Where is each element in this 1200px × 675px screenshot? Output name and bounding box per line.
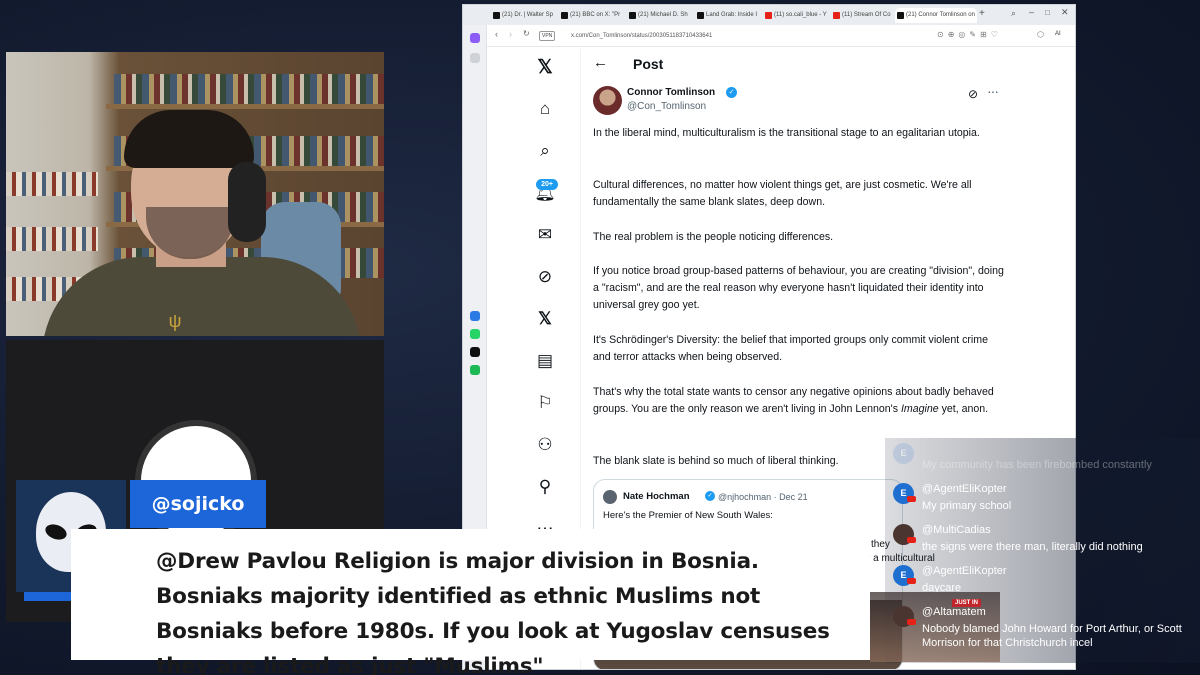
- x-logo-icon[interactable]: 𝕏: [533, 55, 557, 79]
- messages-icon[interactable]: ✉: [533, 223, 557, 247]
- webcam-feed: ψ: [6, 52, 384, 336]
- spotify-icon[interactable]: [470, 365, 480, 375]
- grok-explain-icon[interactable]: ⊘: [968, 87, 978, 101]
- extensions-icon[interactable]: ⬡: [1037, 30, 1044, 39]
- quote-author-avatar: [603, 490, 617, 504]
- post-paragraph: The real problem is the people noticing …: [593, 231, 834, 243]
- youtube-badge-icon: [907, 496, 916, 502]
- premium-icon[interactable]: 𝕏: [533, 307, 557, 331]
- tab-bar: (21) Dr. | Walter Sp (21) BBC on X: "Pr …: [463, 5, 1075, 25]
- browser-tab[interactable]: (21) Dr. | Walter Sp: [491, 8, 555, 23]
- youtube-badge-icon: [907, 578, 916, 584]
- browser-tab[interactable]: (21) Michael D. Sh: [627, 8, 691, 23]
- sidebar-star-icon[interactable]: [470, 53, 480, 63]
- shelf-decor: [106, 104, 384, 109]
- post-italic-text: Imagine: [900, 403, 939, 415]
- ai-button[interactable]: AI: [1055, 31, 1061, 37]
- whatsapp-icon[interactable]: [470, 329, 480, 339]
- address-bar: ‹ › ↻ VPN x.com/Con_Tomlinson/status/200…: [463, 25, 1075, 47]
- youtube-badge-icon: [907, 537, 916, 543]
- post-paragraph: It's Schrödinger's Diversity: the belief…: [593, 334, 988, 363]
- bookmarks-icon[interactable]: ⚐: [533, 391, 557, 415]
- chat-message: My primary school: [922, 500, 1012, 512]
- aria-icon[interactable]: [470, 33, 480, 43]
- chat-message: the signs were there man, literally did …: [922, 541, 1143, 553]
- vpn-badge[interactable]: VPN: [539, 31, 556, 41]
- explore-icon[interactable]: ⌕: [533, 139, 557, 163]
- bookshelf-decor: [6, 172, 98, 196]
- chat-username: @AgentEliKopter: [922, 565, 1007, 577]
- reload-icon[interactable]: ↻: [523, 29, 530, 38]
- address-actions-icon[interactable]: ⊙⊕◎✎⊞♡: [937, 30, 1002, 39]
- alien-eye-icon: [43, 521, 69, 543]
- quote-verified-badge-icon: ✓: [705, 491, 715, 501]
- quote-author-name: Nate Hochman: [623, 491, 690, 502]
- post-paragraph: Cultural differences, no matter how viol…: [593, 179, 972, 208]
- browser-tab-active[interactable]: (21) Connor Tomlinson on: [895, 8, 977, 23]
- commenter-handle: @sojicko: [130, 480, 266, 528]
- browser-tab[interactable]: Land Grab: Inside I: [695, 8, 759, 23]
- verified-badge-icon: ✓: [726, 87, 737, 98]
- forward-icon[interactable]: ›: [509, 29, 512, 39]
- post-paragraph: If you notice broad group-based patterns…: [593, 265, 1004, 311]
- trident-emblem-icon: ψ: [168, 311, 182, 331]
- youtube-badge-icon: [907, 619, 916, 625]
- highlighted-comment: @Drew Pavlou Religion is major division …: [71, 529, 870, 675]
- author-handle[interactable]: @Con_Tomlinson: [627, 101, 706, 112]
- post-paragraph: In the liberal mind, multiculturalism is…: [593, 127, 980, 139]
- chat-username: @AgentEliKopter: [922, 483, 1007, 495]
- quote-author-handle: @njhochman · Dec 21: [718, 492, 808, 502]
- author-avatar[interactable]: [593, 86, 622, 115]
- headphones: [228, 162, 266, 242]
- communities-icon[interactable]: ⚇: [533, 433, 557, 457]
- home-icon[interactable]: ⌂: [533, 97, 557, 121]
- chat-message: Nobody blamed John Howard for Port Arthu…: [922, 623, 1182, 649]
- profile-icon[interactable]: ⚲: [533, 475, 557, 499]
- x-sidebar-icon[interactable]: [470, 347, 480, 357]
- new-tab-icon[interactable]: +: [979, 8, 985, 19]
- author-name[interactable]: Connor Tomlinson: [627, 87, 715, 98]
- bookshelf-decor: [6, 227, 98, 251]
- lists-icon[interactable]: ▤: [533, 349, 557, 373]
- post-more-icon[interactable]: ···: [987, 83, 999, 99]
- chat-avatar: E: [893, 443, 914, 464]
- post-paragraph: That's why the total state wants to cens…: [593, 384, 1005, 418]
- grok-icon[interactable]: ⊘: [533, 265, 557, 289]
- bookshelf-decor: [114, 74, 384, 104]
- chat-username: @MultiCadias: [922, 524, 991, 536]
- browser-tab[interactable]: (11) Stream Of Co: [831, 8, 893, 23]
- search-tabs-icon[interactable]: ⌕: [1011, 8, 1016, 19]
- post-text: yet, anon.: [938, 403, 989, 415]
- chat-username: @Altamatem: [922, 606, 986, 618]
- browser-tab[interactable]: (11) so.cali_blue - Y: [763, 8, 827, 23]
- back-arrow-icon[interactable]: ←: [593, 54, 608, 71]
- page-title: Post: [633, 56, 664, 72]
- minimize-icon[interactable]: –: [1029, 7, 1034, 17]
- back-icon[interactable]: ‹: [495, 29, 498, 39]
- maximize-icon[interactable]: □: [1045, 8, 1050, 17]
- close-icon[interactable]: ✕: [1061, 7, 1069, 18]
- quote-text: Here's the Premier of New South Wales:: [603, 510, 773, 521]
- messenger-icon[interactable]: [470, 311, 480, 321]
- browser-tab[interactable]: (21) BBC on X: "Pr: [559, 8, 623, 23]
- notification-count-badge: 20+: [536, 179, 558, 190]
- chat-message: My community has been firebombed constan…: [922, 459, 1152, 471]
- streamer-hair: [124, 110, 254, 168]
- highlighted-comment-text: @Drew Pavlou Religion is major division …: [156, 549, 830, 675]
